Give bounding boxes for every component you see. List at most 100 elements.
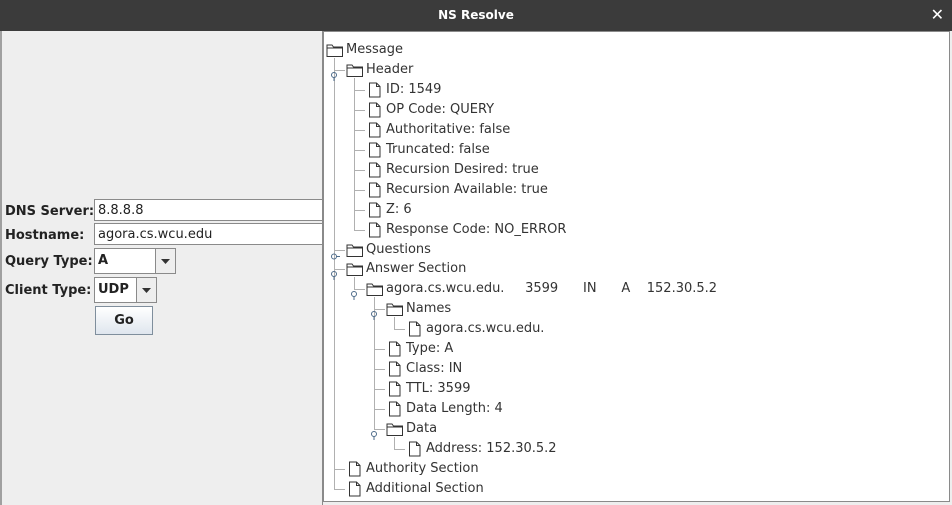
tree-guide-line: [354, 189, 355, 211]
title-bar: NS Resolve ✕: [0, 0, 952, 31]
tree-guide-line: [394, 437, 395, 450]
tree-guide-line: [354, 169, 355, 191]
tree-expanded-icon[interactable]: [351, 285, 360, 301]
document-icon: [366, 182, 384, 198]
tree-guide-line: [354, 109, 355, 131]
main-window: DNS Server: Hostname: Query Type: A Clie…: [0, 31, 952, 505]
folder-icon: [386, 421, 404, 437]
query-form-panel: DNS Server: Hostname: Query Type: A Clie…: [0, 31, 323, 505]
client-type-label: Client Type:: [5, 283, 92, 298]
chevron-down-icon: [142, 288, 151, 293]
tree-guide-line: [374, 349, 375, 371]
close-icon[interactable]: ✕: [931, 5, 944, 24]
tree-expanded-icon[interactable]: [371, 305, 380, 321]
folder-icon: [346, 242, 364, 258]
chevron-down-icon: [161, 259, 170, 264]
tree-node-label: Recursion Available: true: [386, 181, 548, 197]
query-type-label: Query Type:: [5, 254, 93, 269]
document-icon: [366, 142, 384, 158]
query-type-value: A: [98, 253, 109, 268]
dns-server-label: DNS Server:: [5, 204, 95, 219]
tree-node-label: Authority Section: [366, 460, 479, 476]
tree-node-label: Truncated: false: [386, 141, 490, 157]
tree-guide-line: [374, 369, 385, 371]
tree-guide-line: [354, 89, 365, 91]
tree-node-label: Authoritative: false: [386, 121, 511, 137]
client-type-value: UDP: [98, 282, 129, 297]
hostname-input[interactable]: [94, 223, 323, 245]
document-icon: [366, 122, 384, 138]
document-icon: [366, 222, 384, 238]
tree-node-label: Data Length: 4: [406, 401, 503, 417]
tree-guide-line: [354, 129, 355, 151]
document-icon: [386, 401, 404, 417]
tree-guide-line: [334, 468, 345, 470]
tree-guide-line: [374, 389, 385, 391]
folder-icon: [326, 42, 344, 58]
folder-icon: [346, 261, 364, 277]
message-tree: Message Header ID: 1549 OP Code: QUERY Autho…: [323, 31, 950, 502]
dns-server-input[interactable]: [94, 199, 323, 221]
hostname-label: Hostname:: [5, 228, 85, 243]
tree-node-label: Message: [346, 42, 403, 57]
tree-node-label: Recursion Desired: true: [386, 161, 539, 177]
tree-node-label: Response Code: NO_ERROR: [386, 221, 567, 237]
tree-guide-line: [394, 449, 405, 450]
folder-icon: [346, 62, 364, 78]
tree-node-label: Answer Section: [366, 261, 467, 277]
tree-guide-line: [354, 89, 355, 111]
tree-guide-line: [394, 317, 395, 331]
tree-node-label: Z: 6: [386, 201, 412, 217]
query-type-dropdown-button[interactable]: [155, 249, 175, 273]
folder-icon: [366, 281, 384, 297]
tree-node-label: TTL: 3599: [406, 381, 471, 397]
tree-guide-line: [354, 129, 365, 131]
tree-guide-line: [334, 468, 335, 490]
client-type-dropdown-button[interactable]: [136, 278, 156, 302]
query-type-select[interactable]: A: [94, 248, 176, 274]
document-icon: [386, 381, 404, 397]
tree-guide-line: [374, 349, 385, 351]
tree-guide-line: [334, 69, 335, 251]
client-type-select[interactable]: UDP: [94, 277, 157, 303]
tree-guide-line: [394, 329, 405, 331]
tree-guide-line: [354, 189, 365, 191]
tree-expanded-icon[interactable]: [331, 66, 340, 81]
tree-guide-line: [354, 209, 355, 231]
tree-node-label: agora.cs.wcu.edu. 3599 IN A 152.30.5.2: [386, 281, 718, 297]
document-icon: [406, 321, 424, 337]
document-icon: [366, 82, 384, 98]
tree-expanded-icon[interactable]: [371, 425, 380, 441]
document-icon: [406, 441, 424, 457]
folder-icon: [386, 301, 404, 317]
tree-node-label: ID: 1549: [386, 81, 442, 97]
document-icon: [346, 461, 364, 477]
tree-node-label: Data: [406, 421, 438, 437]
tree-collapsed-icon[interactable]: [331, 246, 340, 259]
document-icon: [366, 162, 384, 178]
tree-node-label: Class: IN: [406, 361, 463, 377]
go-button[interactable]: Go: [95, 306, 153, 335]
tree-node-label: Names: [406, 301, 452, 317]
tree-guide-line: [374, 389, 375, 411]
tree-guide-line: [354, 169, 365, 171]
tree-expanded-icon[interactable]: [331, 265, 340, 281]
tree-guide-line: [354, 109, 365, 111]
tree-guide-line: [354, 229, 365, 231]
tree-node-label: agora.cs.wcu.edu.: [426, 321, 545, 337]
tree-guide-line: [334, 269, 335, 470]
document-icon: [346, 481, 364, 497]
tree-node-label: OP Code: QUERY: [386, 101, 495, 117]
tree-guide-line: [354, 209, 365, 211]
document-icon: [366, 202, 384, 218]
tree-guide-line: [374, 369, 375, 391]
tree-node-label: Additional Section: [366, 480, 484, 496]
tree-node-label: Address: 152.30.5.2: [426, 441, 557, 456]
document-icon: [386, 361, 404, 377]
tree-guide-line: [354, 149, 365, 151]
tree-guide-line: [374, 409, 385, 411]
tree-guide-line: [334, 488, 345, 490]
tree-node-label: Header: [366, 61, 414, 77]
tree-node-label: Type: A: [406, 341, 454, 357]
document-icon: [366, 102, 384, 118]
